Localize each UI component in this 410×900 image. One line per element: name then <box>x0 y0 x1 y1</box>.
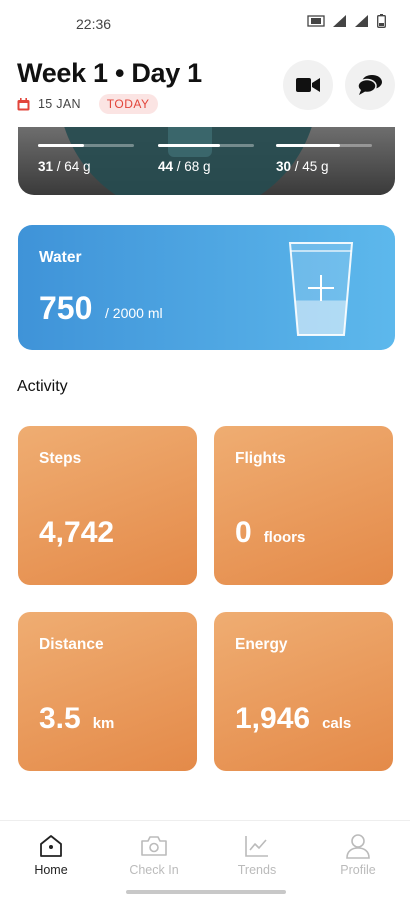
macro-progress-fill <box>276 144 341 147</box>
distance-card[interactable]: Distance 3.5 km <box>18 612 197 771</box>
home-icon <box>40 835 62 857</box>
water-card[interactable]: Water 750 / 2000 ml <box>18 225 395 350</box>
volte-icon <box>307 15 325 27</box>
chat-button[interactable] <box>345 60 395 110</box>
macro-progress-bar <box>276 144 372 147</box>
video-call-button[interactable] <box>283 60 333 110</box>
macro-current: 44 <box>158 159 174 174</box>
energy-label: Energy <box>235 636 288 653</box>
battery-icon <box>377 14 386 28</box>
macro-current: 30 <box>276 159 292 174</box>
current-date: 15 JAN <box>38 97 81 111</box>
energy-card[interactable]: Energy 1,946 cals <box>214 612 393 771</box>
signal-2-icon <box>355 15 368 27</box>
macro-item-3: 30 / 45 g <box>276 144 372 174</box>
activity-title: Activity <box>17 378 68 395</box>
flights-unit: floors <box>263 529 306 546</box>
energy-value: 1,946 <box>235 702 311 735</box>
calendar-icon <box>17 97 30 110</box>
water-value: 750 <box>39 290 93 326</box>
nav-home-label: Home <box>34 863 68 877</box>
page-title: Week 1 • Day 1 <box>17 58 202 88</box>
macro-goal: / 45 g <box>291 159 329 174</box>
steps-value: 4,742 <box>39 516 115 549</box>
bottom-navigation: Home Check In Trends Profile <box>0 820 410 900</box>
water-label: Water <box>39 249 82 266</box>
flights-card[interactable]: Flights 0 floors <box>214 426 393 585</box>
nav-profile-label: Profile <box>340 863 376 877</box>
flights-label: Flights <box>235 450 286 467</box>
steps-card[interactable]: Steps 4,742 <box>18 426 197 585</box>
nav-profile[interactable]: Profile <box>318 833 398 877</box>
signal-icon <box>333 15 346 27</box>
profile-icon <box>346 834 370 859</box>
chart-icon <box>245 836 268 857</box>
water-goal: / 2000 ml <box>105 305 163 321</box>
macro-progress-fill <box>38 144 85 147</box>
nav-trends[interactable]: Trends <box>217 833 297 877</box>
nav-check-in[interactable]: Check In <box>114 833 194 877</box>
macro-goal: / 64 g <box>53 159 91 174</box>
macro-progress-bar <box>38 144 134 147</box>
date-row[interactable]: 15 JAN TODAY <box>17 94 158 114</box>
macro-label: 44 / 68 g <box>158 159 254 174</box>
macro-goal: / 68 g <box>173 159 211 174</box>
status-icons <box>307 14 386 28</box>
nav-trends-label: Trends <box>237 863 277 877</box>
energy-unit: cals <box>322 715 352 732</box>
distance-unit: km <box>92 715 115 732</box>
macro-progress-bar <box>158 144 254 147</box>
distance-value: 3.5 <box>39 702 81 735</box>
add-water-glass-icon[interactable] <box>286 239 356 339</box>
distance-value-row: 3.5 km <box>39 702 114 736</box>
steps-value-row: 4,742 <box>39 516 126 550</box>
video-camera-icon <box>296 78 320 92</box>
macro-item-2: 44 / 68 g <box>158 144 254 174</box>
flights-value: 0 <box>235 516 252 549</box>
home-indicator <box>126 890 286 894</box>
chat-bubbles-icon <box>358 75 382 95</box>
steps-label: Steps <box>39 450 82 467</box>
camera-icon <box>141 836 167 856</box>
nav-home[interactable]: Home <box>11 833 91 877</box>
macro-progress-fill <box>158 144 221 147</box>
macro-card[interactable]: 31 / 64 g 44 / 68 g 30 / 45 g <box>18 127 395 195</box>
macro-current: 31 <box>38 159 54 174</box>
nav-check-in-label: Check In <box>129 863 179 877</box>
macro-item-1: 31 / 64 g <box>38 144 134 174</box>
status-bar: 22:36 <box>0 0 410 44</box>
flights-value-row: 0 floors <box>235 516 305 550</box>
macro-label: 30 / 45 g <box>276 159 372 174</box>
distance-label: Distance <box>39 636 104 653</box>
macro-label: 31 / 64 g <box>38 159 134 174</box>
status-time: 22:36 <box>76 16 112 32</box>
today-badge: TODAY <box>98 94 158 114</box>
energy-value-row: 1,946 cals <box>235 702 351 736</box>
